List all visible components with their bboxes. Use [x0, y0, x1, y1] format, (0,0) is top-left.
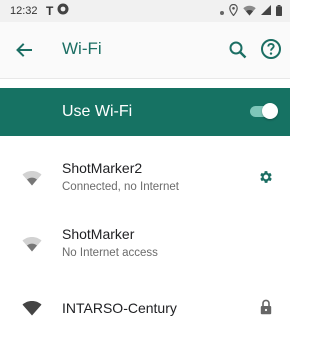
- network-item-shotmarker2[interactable]: ShotMarker2 Connected, no Internet: [0, 148, 290, 206]
- gear-icon[interactable]: [258, 169, 274, 190]
- use-wifi-toggle[interactable]: [250, 103, 278, 119]
- page-title: Wi-Fi: [62, 39, 102, 58]
- network-item-shotmarker[interactable]: ShotMarker No Internet access: [0, 214, 290, 272]
- search-icon[interactable]: [226, 38, 250, 62]
- network-status: No Internet access: [62, 247, 158, 259]
- signal-icon: [261, 5, 271, 18]
- use-wifi-label: Use Wi-Fi: [62, 103, 133, 120]
- app-bar: Wi-Fi: [0, 22, 290, 79]
- dot-icon: [220, 6, 224, 18]
- wifi-signal-weak-icon: [22, 170, 42, 186]
- use-wifi-row[interactable]: Use Wi-Fi: [0, 88, 290, 136]
- network-status: Connected, no Internet: [62, 181, 179, 193]
- status-bar: 12:32 T: [0, 0, 290, 22]
- status-left-icons: T: [46, 3, 69, 18]
- carrier-t-icon: T: [46, 3, 54, 18]
- wifi-icon: [243, 5, 256, 19]
- arrow-back-icon[interactable]: [12, 38, 36, 62]
- battery-icon: [276, 4, 282, 19]
- status-time: 12:32: [10, 5, 38, 17]
- wifi-signal-full-icon: [22, 300, 42, 316]
- wifi-signal-weak-icon: [22, 236, 42, 252]
- network-item-intarso-century[interactable]: INTARSO-Century: [0, 282, 290, 332]
- toggle-thumb: [262, 103, 278, 119]
- status-right-icons: [220, 3, 282, 19]
- network-name: ShotMarker2: [62, 160, 143, 176]
- lock-icon: [260, 299, 272, 320]
- android-notification-icon: [57, 3, 69, 18]
- network-name: INTARSO-Century: [62, 300, 177, 316]
- location-icon: [229, 3, 238, 19]
- help-icon[interactable]: [259, 37, 283, 61]
- network-name: ShotMarker: [62, 226, 135, 242]
